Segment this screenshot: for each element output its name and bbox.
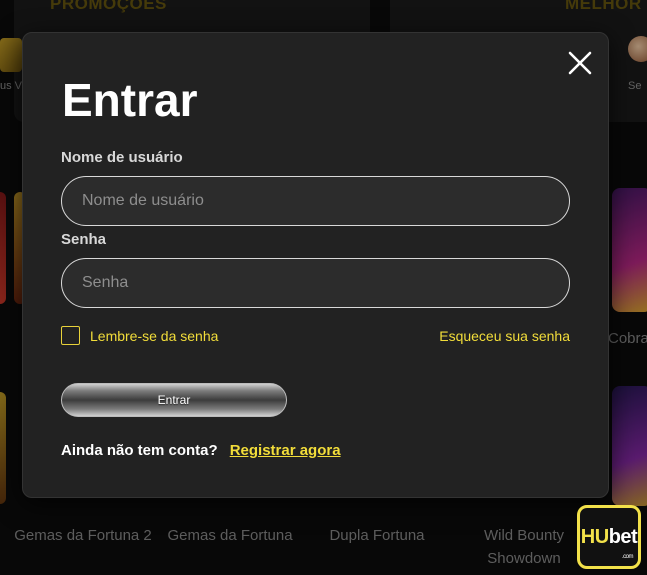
register-link[interactable]: Registrar agora xyxy=(230,442,341,459)
password-label: Senha xyxy=(61,231,107,248)
password-input[interactable] xyxy=(61,258,570,308)
forgot-password-link[interactable]: Esqueceu sua senha xyxy=(439,328,570,344)
remember-password-label[interactable]: Lembre-se da senha xyxy=(90,328,218,344)
login-button[interactable]: Entrar xyxy=(61,383,287,417)
close-button[interactable] xyxy=(567,50,593,76)
modal-title: Entrar xyxy=(62,74,198,126)
logo-text-right: bet xyxy=(608,526,638,548)
username-label: Nome de usuário xyxy=(61,149,183,166)
hubet-logo[interactable]: HUbet .com xyxy=(577,505,641,569)
close-icon xyxy=(568,51,592,75)
remember-password-checkbox[interactable]: Lembre-se da senha xyxy=(61,326,218,345)
logo-text-left: HU xyxy=(580,526,609,548)
logo-suffix: .com xyxy=(621,554,634,560)
checkbox-icon[interactable] xyxy=(61,326,80,345)
username-input[interactable] xyxy=(61,176,570,226)
login-modal: Entrar Nome de usuário Senha Lembre-se d… xyxy=(22,32,609,498)
signup-prompt: Ainda não tem conta? xyxy=(61,442,218,459)
signup-row: Ainda não tem conta? Registrar agora xyxy=(61,442,341,459)
